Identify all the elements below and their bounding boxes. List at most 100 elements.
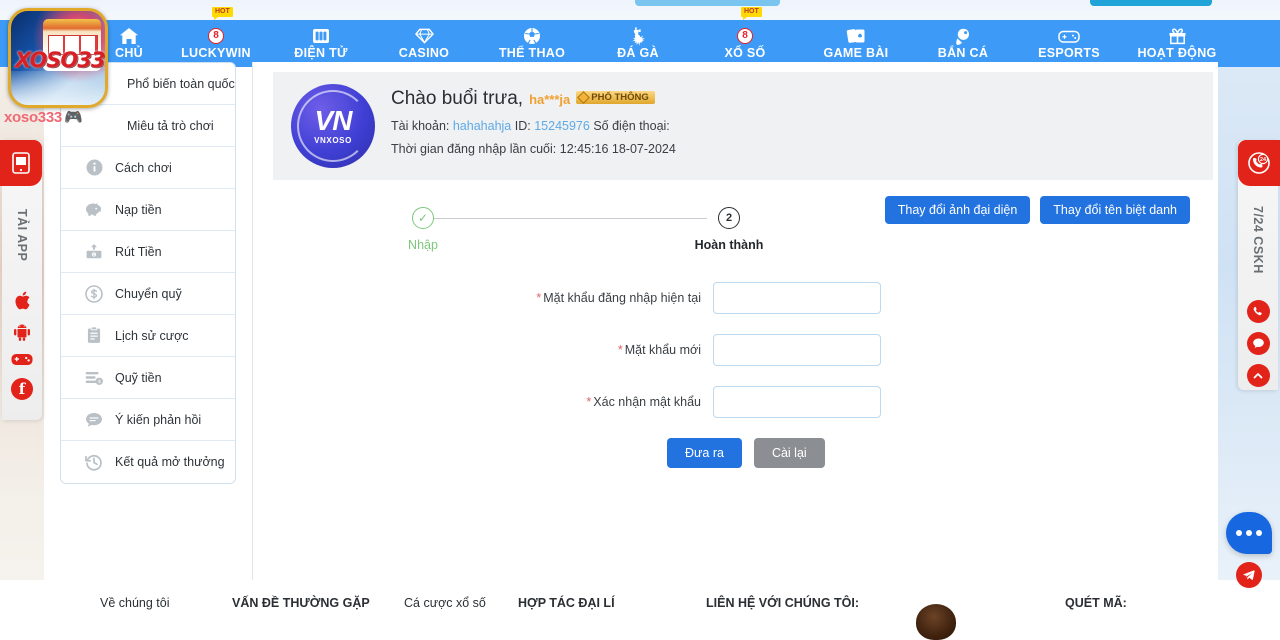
submit-button[interactable]: Đưa ra <box>667 438 742 468</box>
form-label-text: Mặt khẩu đăng nhập hiện tại <box>543 291 701 305</box>
sidebar-item-label: Quỹ tiền <box>115 370 162 385</box>
nav-item-luckywin[interactable]: HOT 8 LUCKYWIN <box>162 7 270 67</box>
phone-icon[interactable] <box>1246 300 1270 323</box>
brand-logo[interactable]: XOSO333 <box>8 8 108 108</box>
stepper-step-2: 2 Hoàn thành <box>669 207 789 252</box>
nav-item-label: HOẠT ĐỘNG <box>1137 46 1217 60</box>
sidebar-item-2[interactable]: Cách chơi <box>61 147 235 189</box>
sidebar-item-8[interactable]: Ý kiến phản hồi <box>61 399 235 441</box>
top-partial-button-left[interactable] <box>635 0 780 6</box>
chat-dot <box>1256 530 1262 536</box>
sidebar-item-3[interactable]: Nạp tiền <box>61 189 235 231</box>
profile-card: VN VNXOSO Chào buổi trưa, ha***ja PHỔ TH… <box>273 72 1213 180</box>
form-action-buttons: Đưa ra Cài lại <box>253 438 1219 468</box>
lucky-badge-icon: 8 <box>208 27 224 45</box>
scroll-top-icon[interactable] <box>1246 364 1270 387</box>
profile-action-buttons: Thay đổi ảnh đại diện Thay đổi tên biệt … <box>884 196 1190 224</box>
withdraw-icon: $ <box>79 243 109 261</box>
playing-cards-icon <box>846 27 866 45</box>
form-row-2: * Xác nhận mật khẩu <box>253 386 1219 418</box>
top-partial-button-right[interactable] <box>1090 0 1212 6</box>
sidebar-item-5[interactable]: Chuyển quỹ <box>61 273 235 315</box>
download-app-widget: TẢI APP f <box>0 140 42 420</box>
customer-service-widget: 24 7/24 CSKH <box>1238 140 1280 390</box>
progress-stepper: ✓ Nhập 2 Hoàn thành <box>401 207 763 263</box>
footer-link-5[interactable]: QUÉT MÃ: <box>1065 596 1127 610</box>
apple-icon[interactable] <box>13 290 32 311</box>
nav-item-xổ-số[interactable]: HOT 8 XỔ SỐ <box>688 7 802 67</box>
info-icon <box>79 158 109 177</box>
android-icon[interactable] <box>12 322 32 341</box>
stepper-step-1: ✓ Nhập <box>363 207 483 252</box>
required-marker: * <box>536 291 542 305</box>
id-label: ID: <box>514 119 531 133</box>
support-24-icon[interactable]: 24 <box>1238 140 1280 186</box>
footer-link-0[interactable]: Về chúng tôi <box>100 596 170 610</box>
nav-item-đá-gà[interactable]: ĐÁ GÀ <box>588 20 688 67</box>
nav-item-label: CHỦ <box>115 46 143 60</box>
form-label-text: Xác nhận mật khẩu <box>593 395 701 409</box>
footer-link-2[interactable]: Cá cược xổ số <box>404 596 486 610</box>
last-login-value: 12:45:16 18-07-2024 <box>559 142 676 156</box>
count-badge: 8 <box>737 28 753 44</box>
form-row-0: * Mặt khẩu đăng nhập hiện tại <box>253 282 1219 314</box>
diamond-icon <box>414 27 434 45</box>
change-nickname-button[interactable]: Thay đổi tên biệt danh <box>1040 196 1190 224</box>
piggy-bank-icon <box>79 201 109 219</box>
count-badge: 8 <box>208 28 224 44</box>
required-marker: * <box>617 343 623 357</box>
reset-button[interactable]: Cài lại <box>753 438 825 468</box>
stepper-step-1-label: Nhập <box>408 238 438 252</box>
status-badge-label: PHỔ THÔNG <box>591 92 649 103</box>
home-icon <box>119 27 139 45</box>
nav-item-bắn-cá[interactable]: BẮN CÁ <box>910 20 1016 67</box>
sidebar-item-label: Nạp tiền <box>115 202 162 217</box>
footer-link-1[interactable]: VẤN ĐỀ THƯỜNG GẶP <box>232 596 370 610</box>
sidebar-item-4[interactable]: $ Rút Tiền <box>61 231 235 273</box>
nav-item-game-bài[interactable]: GAME BÀI <box>802 20 910 67</box>
nav-item-label: ĐIỆN TỬ <box>294 46 348 60</box>
customer-service-icons <box>1238 300 1278 387</box>
fishing-icon <box>954 27 973 45</box>
gamepad-icon: 🎮 <box>63 108 83 126</box>
nav-item-label: THỂ THAO <box>498 46 566 60</box>
top-chrome-sliver <box>0 0 1280 20</box>
nav-item-esports[interactable]: ESPORTS <box>1016 20 1122 67</box>
last-login-label: Thời gian đăng nhập lần cuối: <box>391 142 557 156</box>
slot-machine-icon <box>311 27 331 45</box>
gamepad-icon[interactable] <box>11 352 33 367</box>
form-input-1[interactable] <box>713 334 881 366</box>
footer-link-3[interactable]: HỢP TÁC ĐẠI LÍ <box>518 596 615 610</box>
username-masked: ha***ja <box>529 92 571 107</box>
status-badge: PHỔ THÔNG <box>576 91 655 104</box>
form-input-2[interactable] <box>713 386 881 418</box>
nav-item-label: ĐÁ GÀ <box>617 46 659 60</box>
sidebar-item-label: Cách chơi <box>115 160 172 175</box>
message-icon[interactable] <box>1246 332 1270 355</box>
sidebar-item-7[interactable]: $ Quỹ tiền <box>61 357 235 399</box>
required-marker: * <box>586 395 592 409</box>
sidebar-item-label: Rút Tiền <box>115 244 162 259</box>
nav-item-điện-tử[interactable]: ĐIỆN TỬ <box>270 20 372 67</box>
mobile-app-icon[interactable] <box>0 140 42 186</box>
change-avatar-button[interactable]: Thay đổi ảnh đại diện <box>884 196 1031 224</box>
chat-dot <box>1246 530 1252 536</box>
nav-item-hoạt-động[interactable]: HOẠT ĐỘNG <box>1122 20 1232 67</box>
form-label-2: * Xác nhận mật khẩu <box>253 395 713 409</box>
chat-dots-icon[interactable] <box>1226 512 1272 554</box>
stepper-step-2-number: 2 <box>718 207 740 229</box>
customer-service-title: 7/24 CSKH <box>1251 206 1265 274</box>
account-label: Tài khoản: <box>391 119 450 133</box>
sidebar-item-6[interactable]: Lịch sử cược <box>61 315 235 357</box>
form-input-0[interactable] <box>713 282 881 314</box>
telegram-icon[interactable] <box>1236 562 1262 588</box>
id-value: 15245976 <box>534 119 590 133</box>
nav-item-label: CASINO <box>398 46 450 60</box>
avatar[interactable]: VN VNXOSO <box>291 84 375 168</box>
footer-link-4[interactable]: LIÊN HỆ VỚI CHÚNG TÔI: <box>706 596 859 610</box>
nav-item-casino[interactable]: CASINO <box>372 20 476 67</box>
nav-item-thể-thao[interactable]: THỂ THAO <box>476 20 588 67</box>
form-row-1: * Mặt khẩu mới <box>253 334 1219 366</box>
facebook-icon[interactable]: f <box>11 378 33 400</box>
sidebar-item-9[interactable]: Kết quả mở thưởng <box>61 441 235 483</box>
